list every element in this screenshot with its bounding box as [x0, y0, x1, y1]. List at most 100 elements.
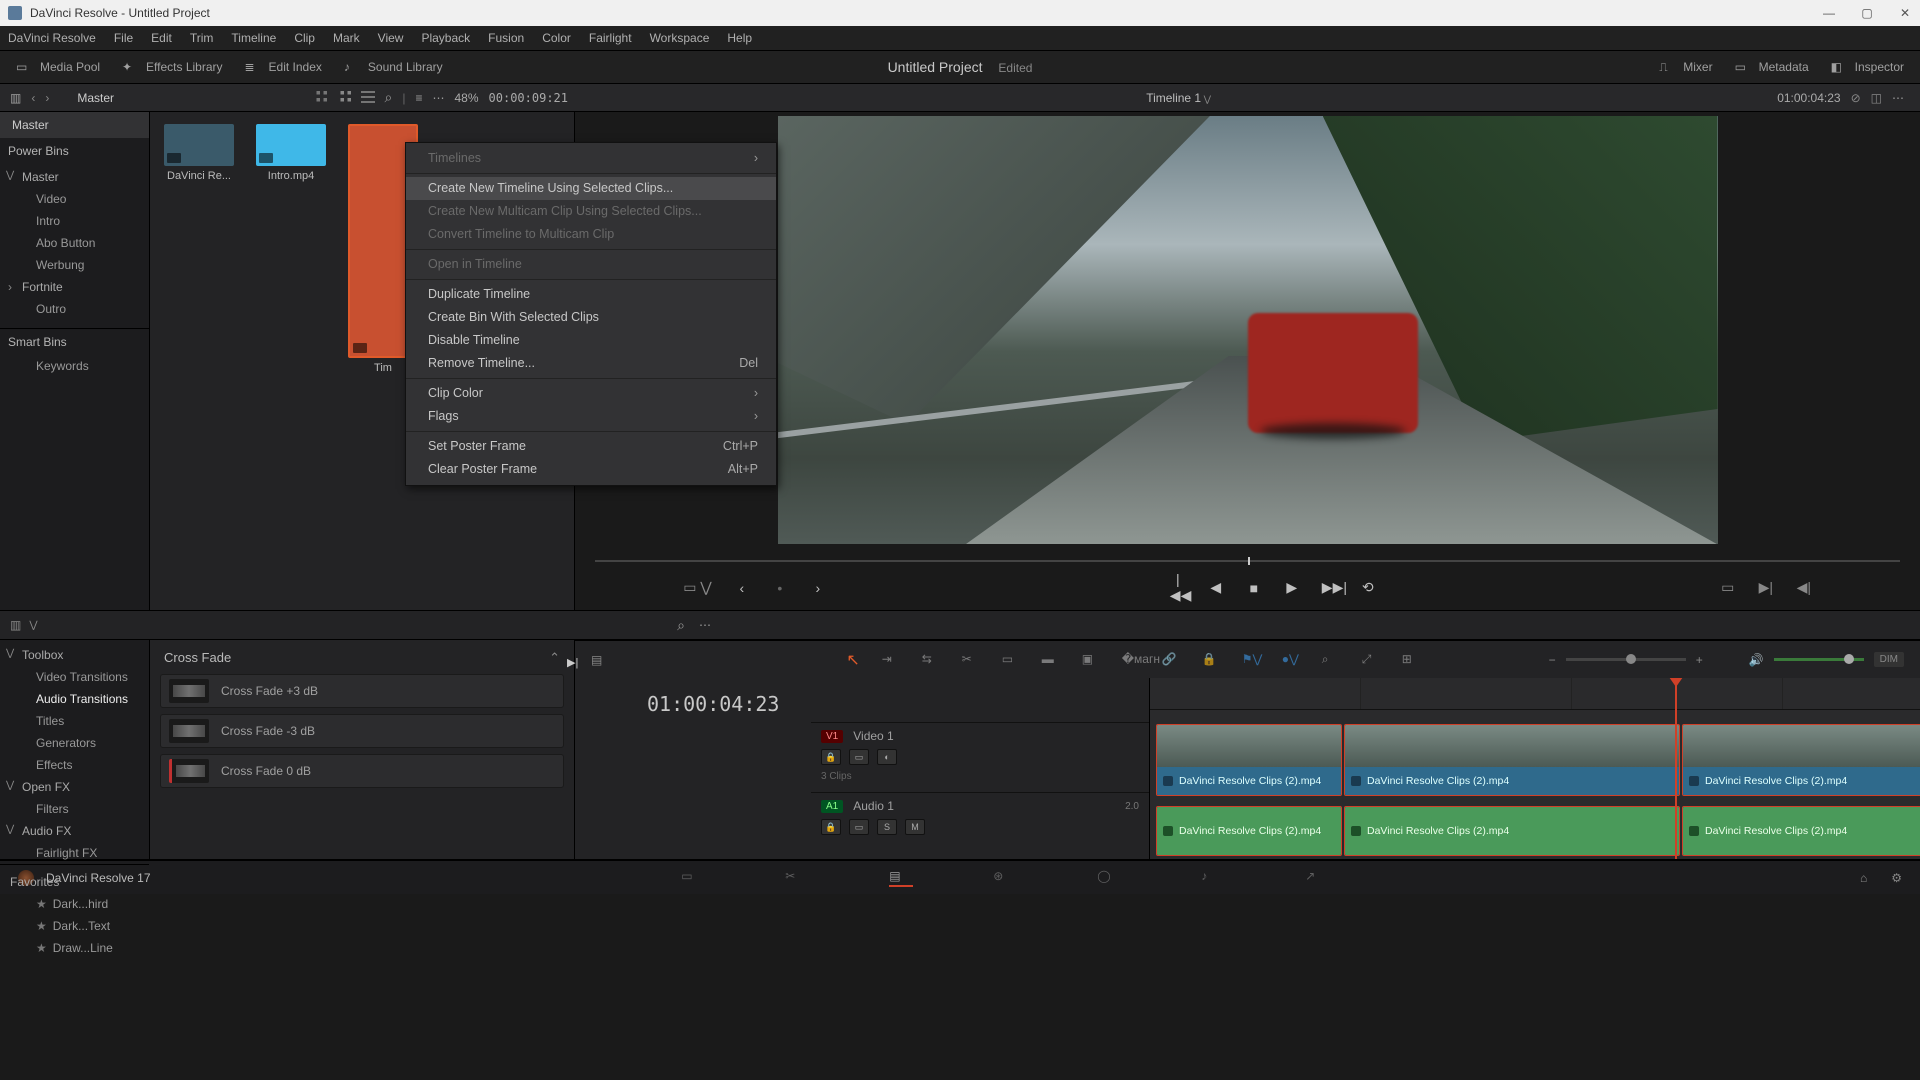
- timeline-timecode[interactable]: 01:00:04:23: [575, 678, 811, 859]
- smart-bin-keywords[interactable]: Keywords: [0, 355, 149, 377]
- list-view-icon[interactable]: [361, 91, 375, 105]
- timeline-clip[interactable]: DaVinci Resolve Clips (2).mp4: [1156, 806, 1342, 856]
- openfx-group[interactable]: Open FX: [0, 776, 149, 798]
- prev-edit-icon[interactable]: ‹: [734, 580, 750, 596]
- dim-button[interactable]: DIM: [1874, 652, 1904, 667]
- lock-track-button[interactable]: 🔒: [821, 749, 841, 765]
- more-options-icon[interactable]: [432, 91, 444, 105]
- menu-file[interactable]: File: [114, 31, 133, 45]
- dual-viewer-icon[interactable]: ◫: [1871, 91, 1882, 105]
- current-bin[interactable]: Master: [77, 91, 114, 105]
- match-frame-icon[interactable]: ▭ ⋁: [683, 579, 712, 596]
- playhead-icon[interactable]: [1248, 557, 1250, 565]
- insert-icon[interactable]: ▭: [1720, 579, 1736, 596]
- favorite-item[interactable]: ★Draw...Line: [0, 937, 149, 959]
- menu-fusion[interactable]: Fusion: [488, 31, 524, 45]
- mute-button[interactable]: M: [905, 819, 925, 835]
- insert-tool[interactable]: ▭: [1002, 652, 1020, 668]
- timeline-clip[interactable]: DaVinci Resolve Clips (2).mp4: [1682, 724, 1920, 796]
- bin-outro[interactable]: Outro: [0, 298, 149, 320]
- play-button[interactable]: ▶: [1284, 579, 1300, 596]
- project-settings-icon[interactable]: ⚙: [1891, 871, 1902, 885]
- blade-tool[interactable]: ✂: [962, 652, 980, 668]
- fx-titles[interactable]: Titles: [0, 710, 149, 732]
- timeline-clip[interactable]: DaVinci Resolve Clips (2).mp4: [1156, 724, 1342, 796]
- nav-fwd-icon[interactable]: ›: [45, 91, 49, 105]
- context-menu-item[interactable]: Clip Color›: [406, 382, 776, 405]
- collapse-icon[interactable]: ⌃: [549, 650, 560, 666]
- play-overlay-icon[interactable]: ▶|: [567, 656, 578, 669]
- stop-button[interactable]: ■: [1246, 580, 1262, 596]
- context-menu-item[interactable]: Clear Poster FrameAlt+P: [406, 458, 776, 481]
- menu-edit[interactable]: Edit: [151, 31, 172, 45]
- selection-tool[interactable]: ↖: [846, 650, 859, 670]
- audio-track-header[interactable]: A1 Audio 1 2.0 🔒 ▭ S M: [811, 792, 1149, 846]
- fairlight-page-icon[interactable]: ♪: [1201, 869, 1225, 887]
- menu-mark[interactable]: Mark: [333, 31, 360, 45]
- menu-workspace[interactable]: Workspace: [650, 31, 710, 45]
- panel-chevron-icon[interactable]: ⋁: [29, 620, 37, 631]
- metadata-toggle[interactable]: ▭ Metadata: [1735, 60, 1809, 74]
- context-menu-item[interactable]: Flags›: [406, 405, 776, 428]
- find-icon[interactable]: ⌕: [1322, 652, 1340, 668]
- timeline-clip[interactable]: DaVinci Resolve Clips (2).mp4: [1344, 806, 1680, 856]
- viewer-options-icon[interactable]: [1892, 91, 1904, 105]
- inspector-toggle[interactable]: ◧ Inspector: [1831, 60, 1904, 74]
- menu-view[interactable]: View: [378, 31, 404, 45]
- bin-werbung[interactable]: Werbung: [0, 254, 149, 276]
- thumbnail-view-icon[interactable]: [313, 91, 327, 105]
- video-track-header[interactable]: V1 Video 1 🔒 ▭ ◐ 3 Clips: [811, 722, 1149, 792]
- bin-video[interactable]: Video: [0, 188, 149, 210]
- dynamic-trim-tool[interactable]: ⇆: [922, 652, 940, 668]
- timeline-view-icon[interactable]: ▤: [591, 653, 602, 667]
- effect-entry[interactable]: Cross Fade +3 dB: [160, 674, 564, 708]
- media-pool-toggle[interactable]: ▭ Media Pool: [16, 60, 100, 74]
- timeline-clip[interactable]: DaVinci Resolve Clips (2).mp4: [1682, 806, 1920, 856]
- color-page-icon[interactable]: ◯: [1097, 869, 1121, 887]
- fx-generators[interactable]: Generators: [0, 732, 149, 754]
- toolbox-group[interactable]: Toolbox: [0, 644, 149, 666]
- effects-library-toggle[interactable]: ✦ Effects Library: [122, 60, 222, 74]
- sort-icon[interactable]: [415, 91, 422, 105]
- mixer-toggle[interactable]: ⎍ Mixer: [1659, 60, 1712, 74]
- fairlight-fx[interactable]: Fairlight FX: [0, 842, 149, 864]
- menu-playback[interactable]: Playback: [421, 31, 470, 45]
- fx-effects[interactable]: Effects: [0, 754, 149, 776]
- menu-help[interactable]: Help: [727, 31, 752, 45]
- master-tab[interactable]: Master: [0, 112, 149, 138]
- audiofx-group[interactable]: Audio FX: [0, 820, 149, 842]
- next-edit-icon[interactable]: ›: [810, 580, 826, 596]
- fx-video-transitions[interactable]: Video Transitions: [0, 666, 149, 688]
- timeline-zoom-slider[interactable]: −+: [1549, 653, 1703, 667]
- v1-badge[interactable]: V1: [821, 730, 843, 743]
- snap-toggle[interactable]: �магн: [1122, 652, 1140, 668]
- panel-options-icon[interactable]: ▥: [10, 91, 21, 105]
- close-button[interactable]: ✕: [1898, 6, 1912, 20]
- lock-track-button[interactable]: 🔒: [821, 819, 841, 835]
- effect-entry[interactable]: Cross Fade -3 dB: [160, 714, 564, 748]
- menu-fairlight[interactable]: Fairlight: [589, 31, 632, 45]
- menu-app[interactable]: DaVinci Resolve: [8, 31, 96, 45]
- sound-library-toggle[interactable]: ♪ Sound Library: [344, 60, 443, 74]
- loop-button[interactable]: ⟲: [1360, 579, 1376, 596]
- a1-badge[interactable]: A1: [821, 800, 843, 813]
- context-menu-item[interactable]: Disable Timeline: [406, 329, 776, 352]
- timeline-tracks[interactable]: DaVinci Resolve Clips (2).mp4DaVinci Res…: [1150, 678, 1920, 859]
- menu-timeline[interactable]: Timeline: [231, 31, 276, 45]
- maximize-button[interactable]: ▢: [1860, 6, 1874, 20]
- last-frame-button[interactable]: ▶▶|: [1322, 579, 1338, 596]
- replace-tool[interactable]: ▣: [1082, 652, 1100, 668]
- overwrite-tool[interactable]: ▬: [1042, 652, 1060, 668]
- favorite-item[interactable]: ★Dark...hird: [0, 893, 149, 915]
- menu-trim[interactable]: Trim: [190, 31, 214, 45]
- clip-item[interactable]: DaVinci Re...: [164, 124, 234, 374]
- bin-master[interactable]: Master: [0, 166, 149, 188]
- trim-tool[interactable]: ⇥: [882, 652, 900, 668]
- menu-color[interactable]: Color: [542, 31, 571, 45]
- zoom-full-icon[interactable]: ⤢: [1362, 652, 1380, 668]
- favorite-item[interactable]: ★Dark...Text: [0, 915, 149, 937]
- lock-toggle[interactable]: 🔒: [1202, 652, 1220, 668]
- play-reverse-button[interactable]: ◀: [1208, 579, 1224, 596]
- auto-select-button[interactable]: ▭: [849, 819, 869, 835]
- fx-audio-transitions[interactable]: Audio Transitions: [0, 688, 149, 710]
